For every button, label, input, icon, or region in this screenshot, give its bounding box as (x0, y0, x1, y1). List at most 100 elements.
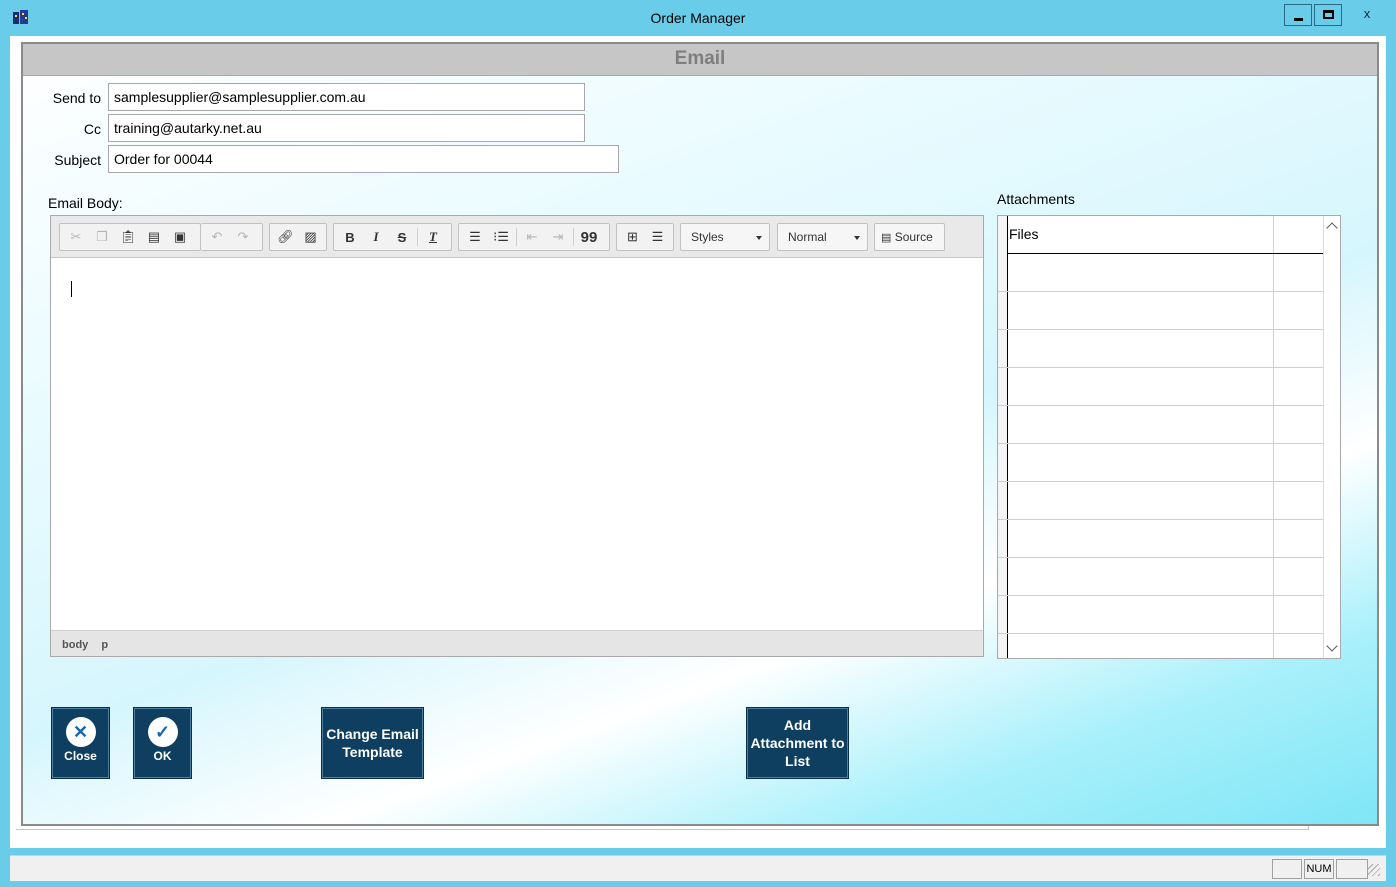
table-row[interactable] (1008, 330, 1324, 368)
paste-text-button[interactable]: ▤ (141, 225, 167, 249)
table-button[interactable]: ⊞ (620, 225, 645, 249)
format-dropdown[interactable]: Normal (777, 223, 868, 251)
resize-grip-icon[interactable] (1368, 864, 1380, 876)
subject-input[interactable] (108, 145, 619, 173)
ok-button[interactable]: ✓ OK (133, 707, 192, 779)
add-attachment-button[interactable]: Add Attachment to List (746, 707, 849, 779)
file-cell[interactable] (1008, 634, 1274, 658)
add-attachment-label: Add Attachment to List (750, 717, 845, 769)
paste-word-button[interactable]: ▣ (167, 225, 193, 249)
numbered-list-button[interactable]: ☰ (462, 225, 488, 249)
cut-icon: ✂ (70, 229, 82, 244)
file-cell[interactable] (1008, 292, 1274, 329)
bulleted-list-button[interactable]: ⁝☰ (488, 225, 514, 249)
scroll-down-icon[interactable] (1326, 640, 1338, 652)
cc-input[interactable] (108, 114, 585, 142)
row-header-divider (998, 633, 1008, 634)
table-group: ⊞ ☰ (616, 223, 674, 251)
table-row[interactable] (1008, 254, 1324, 292)
remove-format-button[interactable]: T (420, 225, 446, 249)
send-to-input[interactable] (108, 83, 585, 111)
toolbar-separator (417, 228, 418, 246)
blockquote-button[interactable]: 99 (576, 225, 602, 249)
minimize-button[interactable] (1284, 4, 1312, 26)
bold-button[interactable]: B (337, 225, 363, 249)
redo-button[interactable]: ↷ (230, 225, 256, 249)
minimize-icon (1294, 18, 1303, 21)
list-group: ☰ ⁝☰ ⇤ ⇥ 99 (458, 223, 610, 251)
close-icon: x (1363, 6, 1371, 21)
window-controls: x (1284, 4, 1390, 26)
change-email-template-button[interactable]: Change Email Template (321, 707, 424, 779)
cut-button[interactable]: ✂ (63, 225, 89, 249)
indent-button[interactable]: ⇥ (545, 225, 571, 249)
maximize-button[interactable] (1314, 4, 1342, 26)
title-bar: Order Manager x (0, 0, 1396, 36)
file-cell[interactable] (1008, 254, 1274, 291)
table-row[interactable] (1008, 406, 1324, 444)
table-row[interactable] (1008, 292, 1324, 330)
history-group: ↶ ↷ (201, 223, 263, 251)
close-button[interactable]: ✕ Close (51, 707, 110, 779)
table-row[interactable] (1008, 482, 1324, 520)
numbered-list-icon: ☰ (469, 229, 481, 244)
bold-icon: B (345, 229, 355, 245)
send-to-label: Send to (52, 90, 101, 106)
divider (16, 829, 1309, 830)
maximize-icon (1323, 10, 1334, 19)
chevron-down-icon (854, 236, 860, 240)
row-header-divider (998, 557, 1008, 558)
change-template-label: Change Email Template (326, 726, 419, 760)
link-button[interactable]: 🔗︎ (273, 225, 298, 249)
image-icon: ▨ (304, 229, 317, 244)
table-row[interactable] (1008, 444, 1324, 482)
strike-button[interactable]: S (389, 225, 415, 249)
table-row[interactable] (1008, 596, 1324, 634)
table-row[interactable] (1008, 634, 1324, 658)
file-cell[interactable] (1008, 482, 1274, 519)
vertical-scrollbar[interactable] (1323, 216, 1340, 658)
file-cell[interactable] (1008, 444, 1274, 481)
clipboard-group: ✂ ❐ 📋︎ ▤ ▣ (59, 223, 201, 251)
file-cell[interactable] (1008, 406, 1274, 443)
file-cell[interactable] (1008, 558, 1274, 595)
remove-format-icon: T (429, 229, 437, 244)
row-header-divider (998, 443, 1008, 444)
path-item-p[interactable]: p (101, 639, 108, 651)
file-cell[interactable] (1008, 368, 1274, 405)
file-cell[interactable] (1008, 596, 1274, 633)
status-bar: NUM (10, 855, 1386, 881)
table-row[interactable] (1008, 520, 1324, 558)
checkmark-icon: ✓ (147, 717, 178, 747)
italic-button[interactable]: I (363, 225, 389, 249)
file-cell[interactable] (1008, 520, 1274, 557)
scroll-up-icon[interactable] (1326, 222, 1338, 234)
blockquote-icon: 99 (580, 228, 598, 246)
indent-icon: ⇥ (552, 229, 564, 244)
row-header-divider (998, 519, 1008, 520)
close-window-button[interactable]: x (1344, 4, 1390, 26)
row-header-divider (998, 405, 1008, 406)
email-body-content[interactable] (51, 259, 983, 630)
source-button[interactable]: ▤ Source (874, 223, 945, 251)
row-header-divider (998, 481, 1008, 482)
paste-button[interactable]: 📋︎ (115, 225, 141, 249)
table-row[interactable] (1008, 368, 1324, 406)
chevron-down-icon (756, 236, 762, 240)
status-pane (1336, 859, 1368, 879)
outdent-button[interactable]: ⇤ (519, 225, 545, 249)
horizontal-rule-icon: ☰ (651, 229, 664, 244)
strike-icon: S (397, 229, 407, 245)
horizontal-rule-button[interactable]: ☰ (645, 225, 670, 249)
styles-dropdown[interactable]: Styles (680, 223, 770, 251)
path-item-body[interactable]: body (62, 639, 88, 651)
table-row[interactable] (1008, 558, 1324, 596)
column-header-files[interactable]: Files (1008, 216, 1274, 253)
copy-button[interactable]: ❐ (89, 225, 115, 249)
toolbar-separator (516, 228, 517, 246)
outdent-icon: ⇤ (526, 229, 538, 244)
file-cell[interactable] (1008, 330, 1274, 367)
paste-text-icon: ▤ (147, 229, 161, 244)
undo-button[interactable]: ↶ (204, 225, 230, 249)
image-button[interactable]: ▨ (298, 225, 323, 249)
